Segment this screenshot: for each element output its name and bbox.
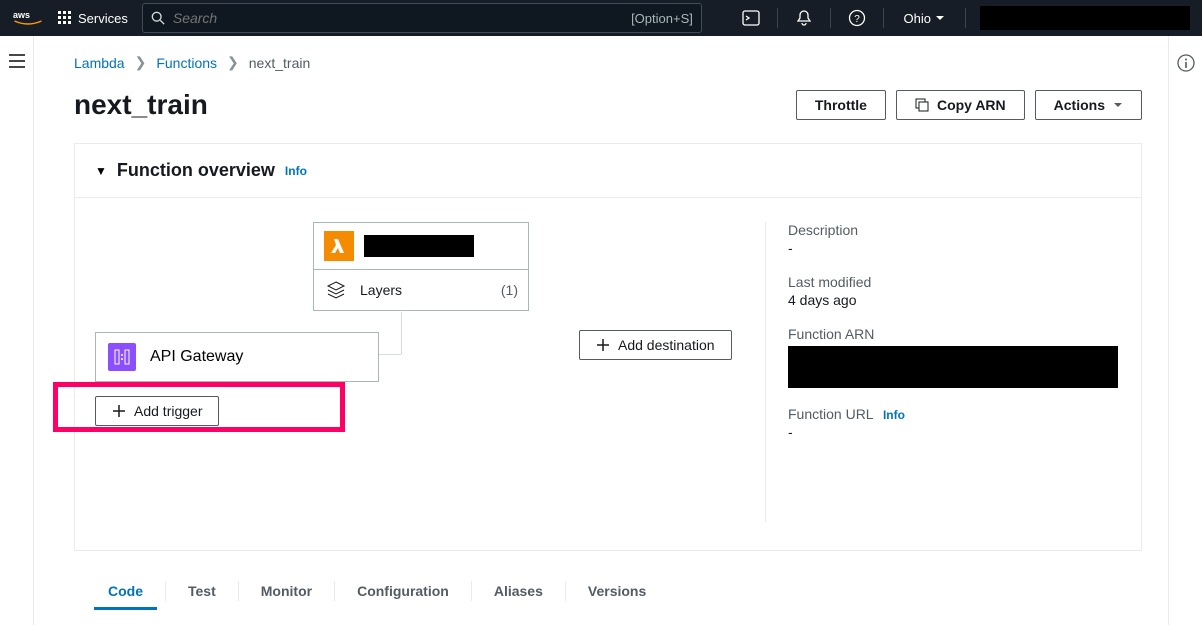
copy-arn-button[interactable]: Copy ARN — [896, 90, 1025, 120]
grid-icon — [58, 11, 72, 25]
search-box[interactable]: [Option+S] — [142, 3, 702, 33]
chevron-right-icon: ❯ — [135, 54, 147, 71]
tab-aliases[interactable]: Aliases — [472, 573, 565, 609]
function-arn-label: Function ARN — [788, 326, 1125, 342]
svg-text:?: ? — [854, 14, 860, 25]
connector-line — [379, 354, 401, 355]
caret-down-icon — [935, 13, 945, 23]
notifications-icon[interactable] — [792, 9, 816, 27]
aws-logo[interactable]: aws — [12, 9, 44, 27]
copy-arn-label: Copy ARN — [937, 97, 1006, 113]
search-icon — [151, 11, 165, 25]
breadcrumb-current: next_train — [249, 55, 310, 71]
search-input[interactable] — [173, 10, 623, 26]
layers-row[interactable]: Layers (1) — [314, 270, 528, 310]
last-modified-label: Last modified — [788, 274, 1125, 290]
function-diagram: Layers (1) API Gateway — [91, 222, 765, 522]
api-gateway-icon — [108, 343, 136, 371]
add-trigger-label: Add trigger — [134, 403, 202, 419]
breadcrumb: Lambda ❯ Functions ❯ next_train — [74, 54, 1142, 71]
tab-versions[interactable]: Versions — [566, 573, 668, 609]
actions-dropdown[interactable]: Actions — [1035, 90, 1142, 120]
function-node[interactable]: Layers (1) — [313, 222, 529, 311]
overview-panel: ▼ Function overview Info — [74, 143, 1142, 551]
plus-icon — [112, 404, 126, 418]
last-modified-value: 4 days ago — [788, 292, 1125, 308]
throttle-button[interactable]: Throttle — [796, 90, 886, 120]
layers-label: Layers — [360, 282, 402, 298]
description-value: - — [788, 240, 1125, 256]
actions-label: Actions — [1054, 97, 1105, 113]
svg-text:aws: aws — [13, 10, 30, 20]
breadcrumb-functions[interactable]: Functions — [156, 55, 217, 71]
tab-configuration[interactable]: Configuration — [335, 573, 471, 609]
copy-icon — [915, 98, 929, 112]
info-drawer-toggle[interactable] — [1168, 36, 1202, 625]
services-label: Services — [78, 11, 128, 26]
layers-icon — [324, 278, 348, 302]
tab-test[interactable]: Test — [166, 573, 238, 609]
main-content: Lambda ❯ Functions ❯ next_train next_tra… — [34, 36, 1168, 625]
info-icon — [1177, 54, 1195, 72]
caret-down-icon — [1113, 100, 1123, 110]
tab-code[interactable]: Code — [86, 573, 165, 609]
function-tabs: Code Test Monitor Configuration Aliases … — [74, 573, 1142, 609]
page-header: next_train Throttle Copy ARN Actions — [74, 89, 1142, 121]
services-menu[interactable]: Services — [58, 11, 128, 26]
help-icon[interactable]: ? — [845, 9, 869, 27]
account-redacted[interactable] — [980, 6, 1190, 30]
trigger-api-gateway[interactable]: API Gateway — [95, 332, 379, 382]
tab-monitor[interactable]: Monitor — [239, 573, 334, 609]
layers-count: (1) — [501, 282, 518, 298]
hamburger-icon — [9, 54, 25, 68]
breadcrumb-lambda[interactable]: Lambda — [74, 55, 125, 71]
function-name-redacted — [364, 235, 474, 257]
cloudshell-icon[interactable] — [739, 9, 763, 27]
add-destination-button[interactable]: Add destination — [579, 330, 732, 360]
overview-sidepane: Description - Last modified 4 days ago F… — [765, 222, 1125, 522]
trigger-label: API Gateway — [150, 348, 243, 366]
function-url-value: - — [788, 424, 1125, 440]
lambda-icon — [324, 231, 354, 261]
description-label: Description — [788, 222, 1125, 238]
add-trigger-button[interactable]: Add trigger — [95, 396, 219, 426]
info-link[interactable]: Info — [285, 164, 307, 178]
top-nav: aws Services [Option+S] ? Ohio — [0, 0, 1202, 36]
side-drawer-toggle[interactable] — [0, 36, 34, 625]
region-label: Ohio — [904, 11, 931, 26]
connector-line — [401, 312, 402, 354]
page-title: next_train — [74, 89, 208, 121]
overview-header[interactable]: ▼ Function overview Info — [75, 144, 1141, 198]
overview-title: Function overview — [117, 160, 275, 181]
search-shortcut: [Option+S] — [631, 11, 693, 26]
header-actions: Throttle Copy ARN Actions — [796, 90, 1142, 120]
region-selector[interactable]: Ohio — [898, 11, 951, 26]
info-link[interactable]: Info — [883, 408, 905, 422]
chevron-right-icon: ❯ — [227, 54, 239, 71]
add-destination-label: Add destination — [618, 337, 715, 353]
function-url-label: Function URL Info — [788, 406, 1125, 422]
plus-icon — [596, 338, 610, 352]
function-arn-redacted — [788, 346, 1118, 388]
caret-down-icon: ▼ — [95, 164, 107, 178]
